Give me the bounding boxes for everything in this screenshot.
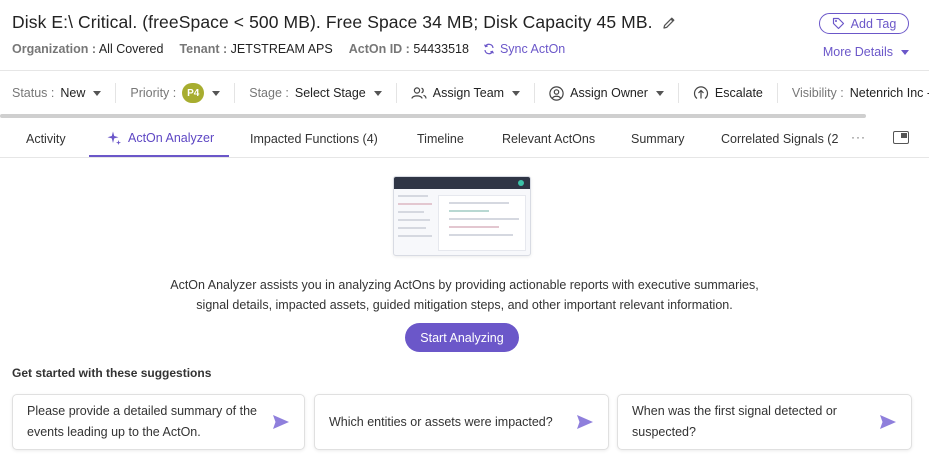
escalate-button[interactable]: Escalate <box>693 83 778 103</box>
more-details-button[interactable]: More Details <box>823 45 909 59</box>
stage-dropdown[interactable]: Stage : Select Stage <box>249 83 397 103</box>
team-icon <box>411 87 427 99</box>
suggestions-heading: Get started with these suggestions <box>12 366 212 380</box>
user-circle-icon <box>549 85 564 101</box>
assign-owner-dropdown[interactable]: Assign Owner <box>549 83 679 103</box>
suggestion-card[interactable]: When was the first signal detected or su… <box>617 394 912 450</box>
sync-icon <box>484 43 494 55</box>
caret-down-icon <box>373 90 382 96</box>
pencil-icon[interactable] <box>661 15 677 31</box>
tab-timeline[interactable]: Timeline <box>417 120 464 157</box>
add-tag-button[interactable]: Add Tag <box>819 13 909 34</box>
assign-team-dropdown[interactable]: Assign Team <box>411 83 536 103</box>
caret-down-icon <box>93 90 102 96</box>
tenant: Tenant : JETSTREAM APS <box>179 42 333 56</box>
tab-correlated-signals[interactable]: Correlated Signals (2 <box>721 120 839 157</box>
caret-down-icon <box>901 49 909 55</box>
tab-activity[interactable]: Activity <box>26 120 66 157</box>
send-icon[interactable] <box>879 414 897 430</box>
caret-down-icon <box>655 90 664 96</box>
priority-badge: P4 <box>182 83 205 103</box>
analyzer-description: ActOn Analyzer assists you in analyzing … <box>170 278 759 312</box>
status-dropdown[interactable]: Status : New <box>12 83 117 103</box>
start-analyzing-button[interactable]: Start Analyzing <box>405 323 519 352</box>
tab-impacted-functions[interactable]: Impacted Functions (4) <box>250 120 378 157</box>
escalate-icon <box>693 86 709 99</box>
meta-row: Organization : All Covered Tenant : JETS… <box>12 42 565 56</box>
visibility-dropdown[interactable]: Visibility : Netenrich Inc - <box>792 83 929 103</box>
title-row: Disk E:\ Critical. (freeSpace < 500 MB).… <box>12 12 677 33</box>
send-icon[interactable] <box>272 414 290 430</box>
organization: Organization : All Covered <box>12 42 164 56</box>
tab-bar: Activity ActOn Analyzer Impacted Functio… <box>0 120 929 158</box>
tag-icon <box>832 17 844 30</box>
send-icon[interactable] <box>576 414 594 430</box>
tab-relevant-actons[interactable]: Relevant ActOns <box>502 120 595 157</box>
analyzer-illustration <box>393 176 531 256</box>
priority-dropdown[interactable]: Priority : P4 <box>130 83 236 103</box>
more-tabs-icon[interactable]: ··· <box>851 130 866 144</box>
caret-down-icon <box>212 90 221 96</box>
suggestion-card[interactable]: Which entities or assets were impacted? <box>314 394 609 450</box>
page-title: Disk E:\ Critical. (freeSpace < 500 MB).… <box>12 12 653 32</box>
status-bar: Status : New Priority : P4 Stage : Selec… <box>12 72 929 114</box>
panel-toggle-icon[interactable] <box>893 131 909 144</box>
horizontal-scrollbar[interactable] <box>0 114 866 118</box>
divider <box>0 70 929 71</box>
suggestion-card[interactable]: Please provide a detailed summary of the… <box>12 394 305 450</box>
acton-id: ActOn ID : 54433518 <box>348 42 469 56</box>
sync-acton-link[interactable]: Sync ActOn <box>483 42 565 56</box>
tab-acton-analyzer[interactable]: ActOn Analyzer <box>89 120 229 157</box>
sparkle-icon <box>107 131 121 145</box>
tab-summary[interactable]: Summary <box>631 120 684 157</box>
caret-down-icon <box>512 90 521 96</box>
